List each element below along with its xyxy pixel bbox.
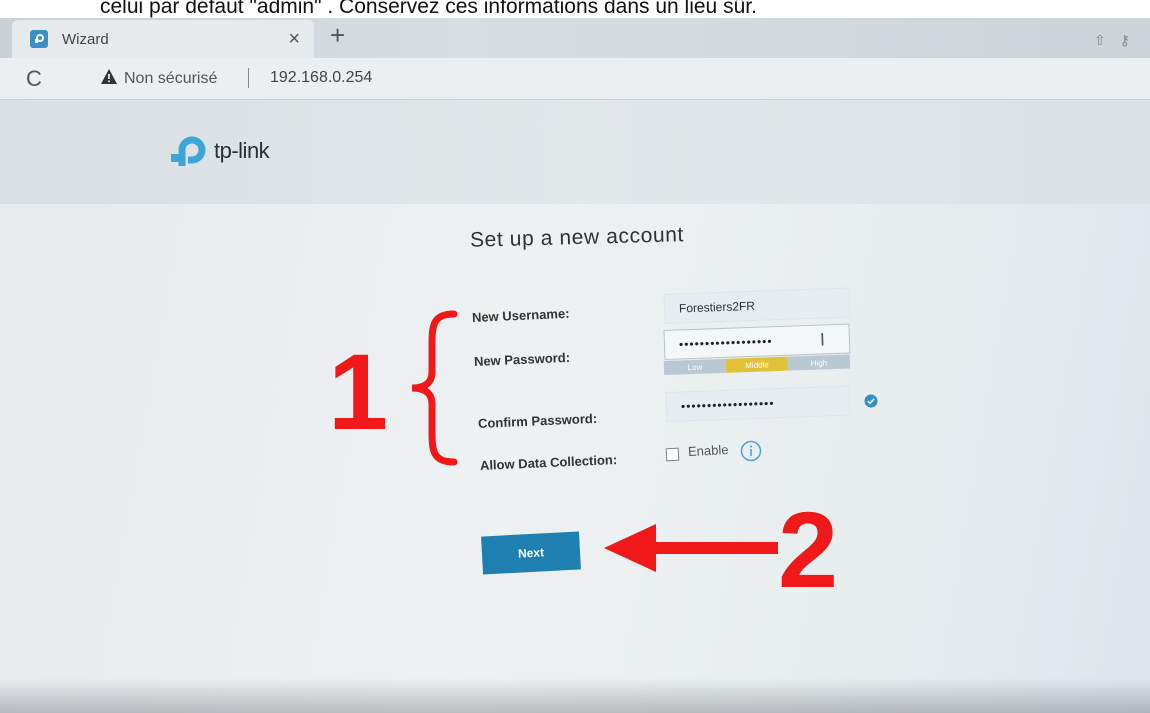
username-label: New Username: [471,305,570,325]
annotation-brace-icon [411,310,458,466]
new-tab-button[interactable]: + [330,20,345,51]
url-field[interactable]: 192.168.0.254 [270,69,372,87]
annotation-marker-1: 1 [328,331,389,452]
strength-low: Low [663,358,727,375]
annotation-arrow-left-icon [604,524,778,572]
tp-link-favicon-icon [30,30,48,48]
strength-middle: Middle [725,356,789,373]
next-button[interactable]: Next [481,531,581,575]
data-collection-label: Allow Data Collection: [479,452,618,473]
tab-close-icon[interactable]: × [288,28,300,51]
username-value: Forestiers2FR [678,298,756,316]
text-cursor-icon: I [819,329,826,350]
browser-tab-wizard[interactable]: Wizard × [12,20,314,58]
enable-checkbox[interactable] [665,447,680,462]
address-bar: C Non sécurisé 192.168.0.254 [0,58,1150,100]
screen-photo: Wizard × + ⇧ ⚷ C Non sécurisé 192.168.0.… [0,18,1150,713]
tab-title: Wizard [62,30,109,48]
screen-bezel-shadow [0,678,1150,713]
router-header: tp-link [0,100,1150,204]
browser-tab-bar: Wizard × + ⇧ ⚷ [0,18,1150,58]
address-divider [248,68,249,88]
check-icon [864,394,878,413]
key-icon[interactable]: ⚷ [1120,32,1130,49]
strength-high: High [787,354,851,371]
annotation-marker-2: 2 [778,489,839,610]
username-field[interactable]: Forestiers2FR [663,287,851,324]
brand-name: tp-link [214,138,270,163]
tp-link-logo-icon [171,136,206,166]
confirm-password-mask: •••••••••••••••••• [680,396,775,414]
password-label: New Password: [473,349,571,369]
reload-icon[interactable]: C [26,66,42,92]
not-secure-label[interactable]: Non sécurisé [124,70,217,88]
password-mask: •••••••••••••••••• [678,334,773,352]
page-title: Set up a new account [469,223,685,252]
info-icon[interactable] [740,440,762,467]
tp-link-logo: tp-link [170,134,270,168]
toolbar-icons: ⇧ ⚷ [1094,32,1130,49]
confirm-password-label: Confirm Password: [477,410,598,431]
share-icon[interactable]: ⇧ [1094,32,1106,49]
instruction-caption: celui par défaut "admin" . Conservez ces… [0,0,1150,18]
enable-label[interactable]: Enable [688,442,729,459]
warning-icon[interactable] [100,68,118,90]
confirm-password-field[interactable]: •••••••••••••••••• [665,385,851,422]
